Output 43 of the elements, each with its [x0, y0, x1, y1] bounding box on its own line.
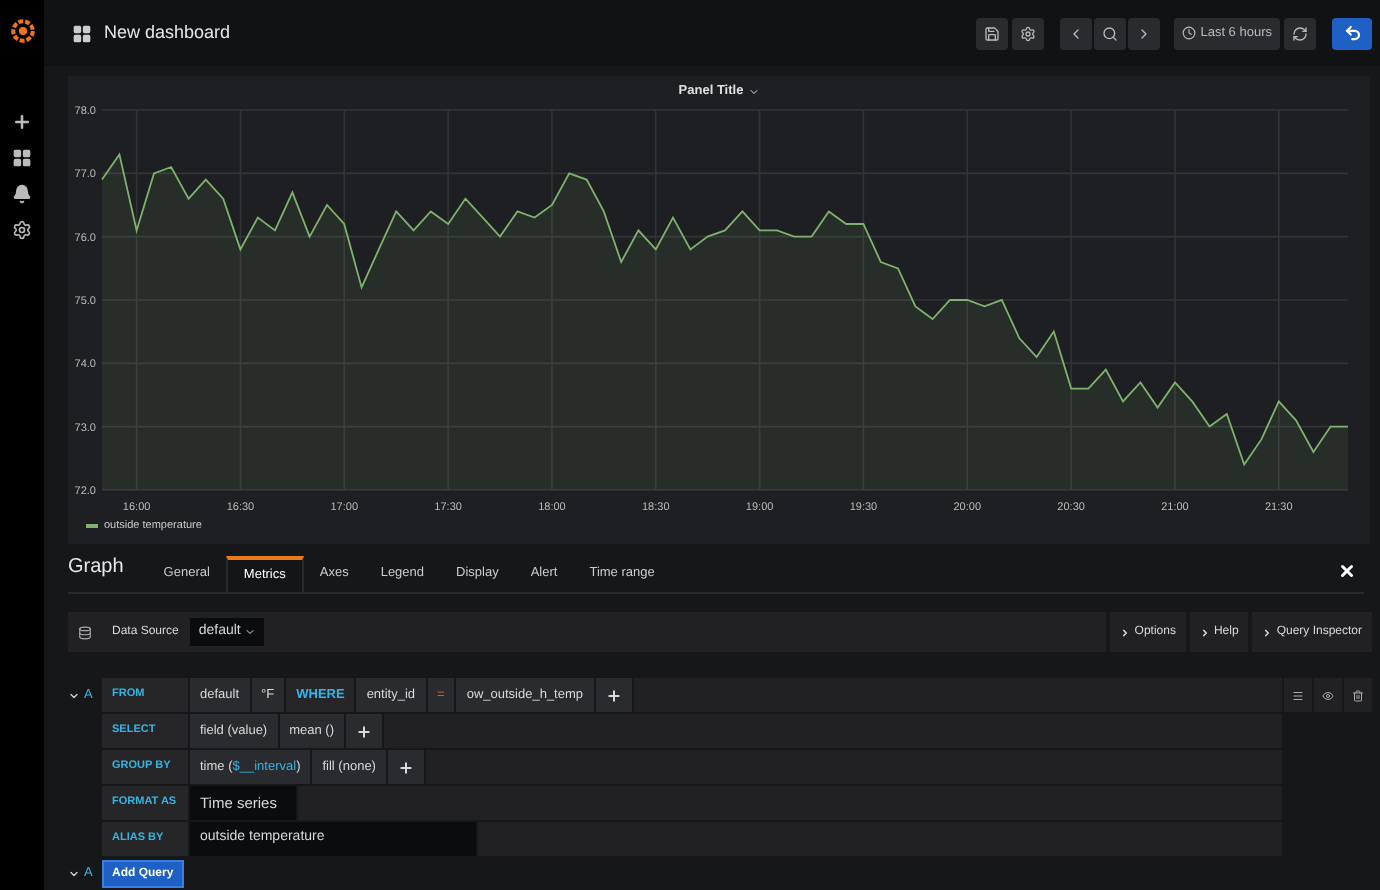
- bell-icon[interactable]: [12, 184, 32, 204]
- collapse-caret-icon[interactable]: [68, 689, 80, 701]
- refresh-button[interactable]: [1284, 17, 1316, 49]
- back-button[interactable]: [1060, 17, 1093, 49]
- database-icon: [78, 625, 92, 639]
- caret-icon: [1262, 627, 1273, 637]
- logo-icon[interactable]: [9, 18, 35, 44]
- plus-icon: [397, 759, 414, 775]
- add-segment-button[interactable]: [595, 678, 632, 712]
- legend-swatch: [86, 524, 98, 529]
- trash-icon: [1352, 689, 1364, 701]
- plus-icon: [356, 723, 373, 739]
- forward-button[interactable]: [1128, 17, 1161, 49]
- dashboards-icon[interactable]: [12, 148, 32, 168]
- add-segment-button[interactable]: [387, 750, 424, 784]
- caret-icon: [1120, 627, 1131, 637]
- clock-icon: [1182, 26, 1197, 40]
- zoom-button[interactable]: [1094, 17, 1127, 49]
- caret-icon: [747, 86, 760, 98]
- save-button[interactable]: [976, 17, 1009, 49]
- search-icon: [1102, 25, 1119, 41]
- collapse-caret-icon[interactable]: [68, 868, 80, 880]
- back-to-dashboard-button[interactable]: [1332, 17, 1372, 49]
- caret-icon: [1199, 627, 1210, 637]
- row-menu-button[interactable]: [1284, 678, 1312, 712]
- delete-query-button[interactable]: [1344, 678, 1372, 712]
- add-icon[interactable]: [12, 112, 32, 132]
- caret-icon: [244, 626, 257, 638]
- plus-icon: [605, 687, 622, 703]
- add-segment-button[interactable]: [346, 714, 383, 748]
- settings-icon: [1020, 25, 1037, 41]
- dashboard-title[interactable]: New dashboard: [104, 19, 231, 47]
- back-arrow-icon: [1343, 24, 1361, 42]
- settings-icon[interactable]: [12, 220, 32, 240]
- dashboard-grid-icon[interactable]: [72, 23, 92, 43]
- eye-icon: [1322, 689, 1334, 701]
- editor-title: Graph: [68, 554, 124, 582]
- menu-icon: [1292, 689, 1304, 701]
- close-icon[interactable]: [1338, 562, 1356, 580]
- save-icon: [984, 25, 1001, 41]
- settings-button[interactable]: [1012, 17, 1045, 49]
- toggle-visibility-button[interactable]: [1314, 678, 1342, 712]
- refresh-icon: [1292, 25, 1308, 41]
